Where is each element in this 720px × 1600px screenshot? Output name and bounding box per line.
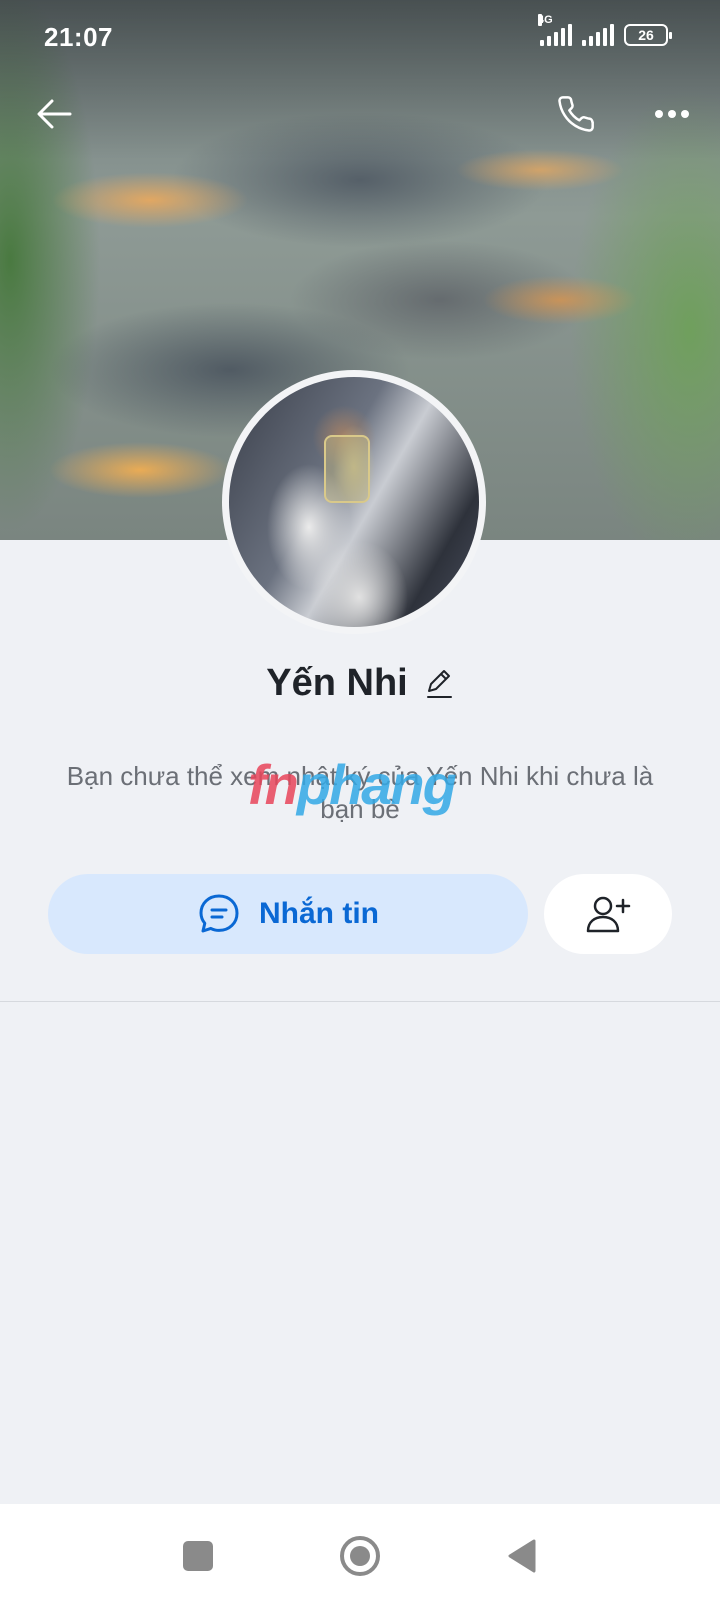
battery-icon: 26 [624, 24, 672, 46]
avatar[interactable] [222, 370, 486, 634]
section-divider [0, 1001, 720, 1002]
status-time: 21:07 [44, 22, 113, 52]
more-horizontal-icon [655, 110, 689, 118]
profile-name: Yến Nhi [266, 662, 408, 704]
square-icon [183, 1541, 213, 1571]
signal-4g-icon: 4G [538, 14, 572, 46]
call-button[interactable] [548, 86, 604, 142]
home-button[interactable] [332, 1528, 388, 1584]
profile-name-row: Yến Nhi [0, 662, 720, 705]
chat-bubble-icon [199, 894, 239, 933]
add-friend-button[interactable] [544, 874, 672, 954]
system-back-button[interactable] [494, 1528, 550, 1584]
phone-icon [558, 96, 594, 132]
system-nav-bar [0, 1504, 720, 1600]
user-plus-icon [586, 896, 631, 933]
arrow-left-icon [37, 99, 72, 129]
signal-icon [582, 24, 614, 46]
message-button[interactable]: Nhắn tin [48, 874, 528, 954]
battery-level: 26 [638, 27, 654, 43]
status-bar: 21:07 4G 26 [0, 0, 720, 76]
avatar-photo [229, 377, 479, 627]
message-button-label: Nhắn tin [259, 897, 379, 930]
status-icons: 4G 26 [538, 14, 672, 46]
home-circle-icon [340, 1536, 380, 1576]
edit-name-button[interactable] [424, 669, 454, 699]
triangle-back-icon [508, 1539, 536, 1573]
more-button[interactable] [644, 86, 700, 142]
profile-screen: 21:07 4G 26 Yến Nhi Bạn chưa thể xem nhậ… [0, 0, 720, 1600]
pencil-icon [426, 669, 452, 698]
network-label: 4G [538, 14, 553, 26]
back-button[interactable] [26, 86, 82, 142]
avatar-photo-detail [324, 435, 370, 503]
recent-apps-button[interactable] [170, 1528, 226, 1584]
privacy-notice: Bạn chưa thể xem nhật ký của Yến Nhi khi… [66, 761, 654, 824]
